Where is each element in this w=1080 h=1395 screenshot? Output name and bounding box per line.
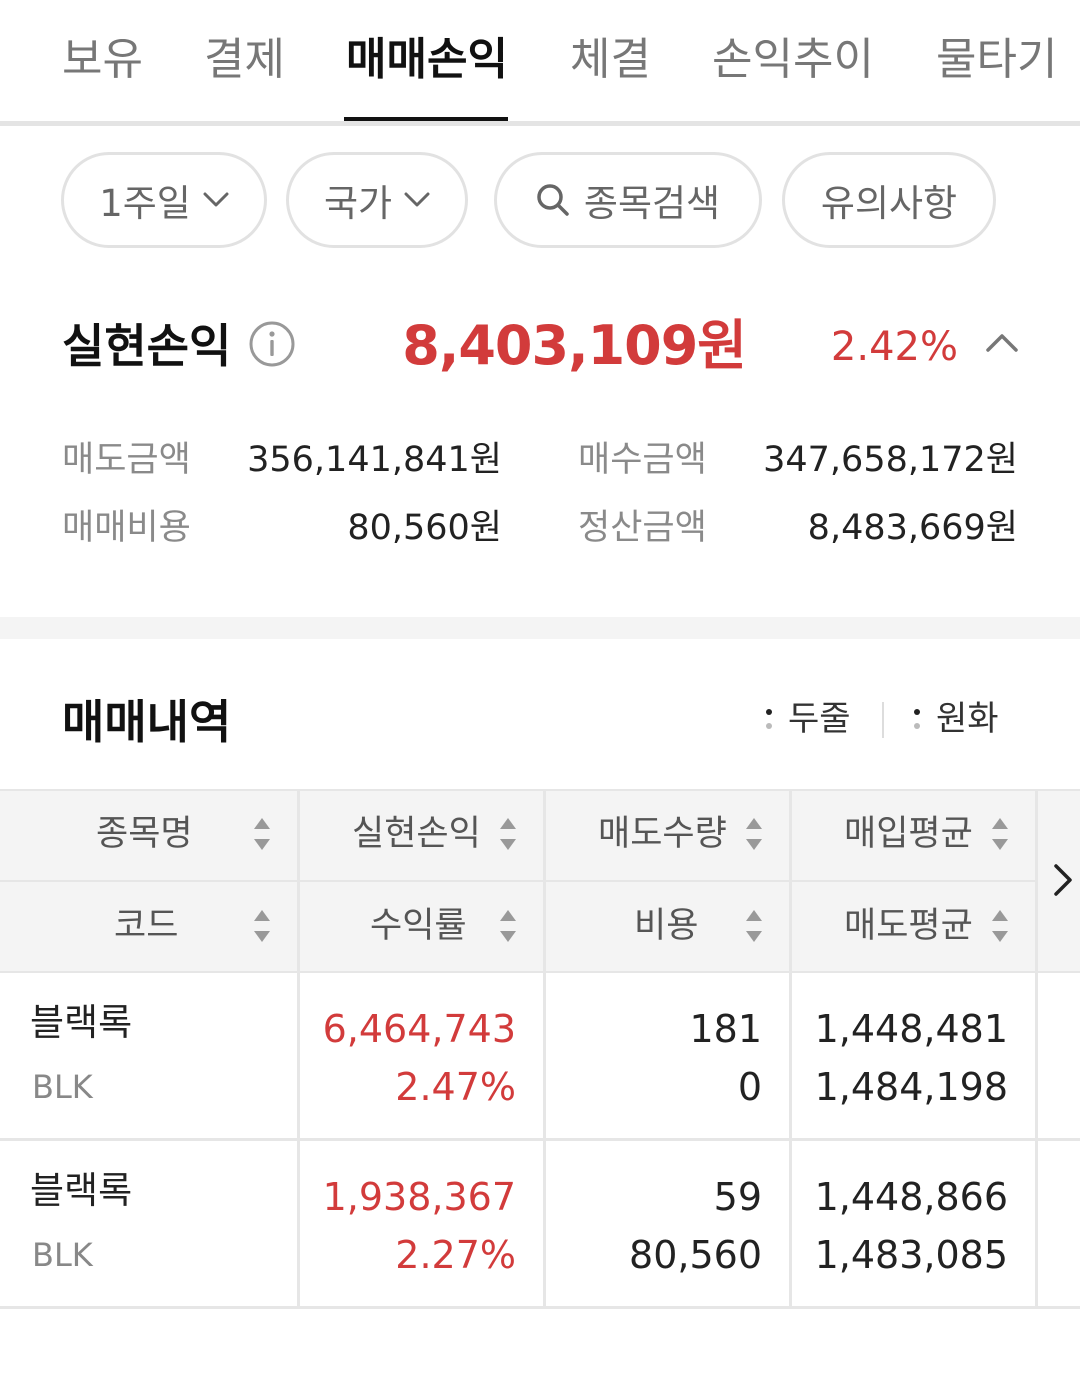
chevron-right-icon[interactable]	[1050, 862, 1076, 898]
column-divider	[297, 789, 300, 1307]
row-realized-pl: 6,464,743	[322, 1007, 516, 1051]
header-code[interactable]: 코드	[114, 904, 178, 948]
sell-amount-value: 356,141,841원	[247, 440, 502, 480]
settlement-amount-value: 8,483,669원	[807, 508, 1018, 548]
row-divider	[0, 1306, 1080, 1309]
option-separator	[882, 702, 884, 738]
radio-dot-icon	[914, 709, 920, 729]
column-divider	[543, 789, 546, 1307]
sort-icon[interactable]	[990, 908, 1010, 944]
radio-dot-icon	[766, 709, 772, 729]
chevron-down-icon	[203, 192, 229, 208]
sort-icon[interactable]	[498, 908, 518, 944]
two-line-option-label: 두줄	[788, 699, 851, 739]
search-icon	[536, 183, 570, 217]
tab-averaging[interactable]: 물타기	[936, 32, 1057, 88]
tab-holdings[interactable]: 보유	[62, 32, 143, 88]
trade-fee-label: 매매비용	[62, 508, 191, 548]
period-filter-label: 1주일	[99, 182, 191, 225]
row-sell-qty: 59	[713, 1175, 762, 1219]
active-tab-indicator	[344, 117, 508, 121]
row-stock-name[interactable]: 블랙록	[30, 1000, 132, 1046]
header-realized-pl[interactable]: 실현손익	[352, 812, 481, 856]
row-stock-name[interactable]: 블랙록	[30, 1168, 132, 1214]
row-stock-code: BLK	[32, 1236, 93, 1274]
tab-settlement[interactable]: 결제	[204, 32, 285, 88]
realized-pl-rate: 2.42%	[830, 324, 958, 370]
info-circle-icon[interactable]	[248, 320, 296, 368]
header-return-rate[interactable]: 수익률	[370, 904, 467, 948]
header-sell-qty[interactable]: 매도수량	[598, 812, 727, 856]
notice-label: 유의사항	[820, 182, 958, 225]
row-sell-avg: 1,483,085	[814, 1233, 1008, 1277]
sort-icon[interactable]	[990, 816, 1010, 852]
chevron-up-icon[interactable]	[984, 328, 1020, 358]
stock-search-button[interactable]: 종목검색	[494, 152, 762, 248]
sell-amount-label: 매도금액	[62, 440, 191, 480]
row-buy-avg: 1,448,866	[814, 1175, 1008, 1219]
row-stock-code: BLK	[32, 1068, 93, 1106]
row-return-rate: 2.47%	[395, 1065, 516, 1109]
tab-pl-trend[interactable]: 손익추이	[712, 32, 874, 88]
realized-pl-value: 8,403,109원	[402, 314, 747, 377]
header-row-separator	[0, 880, 1036, 882]
header-fee[interactable]: 비용	[634, 904, 698, 948]
section-divider	[0, 617, 1080, 639]
header-sell-avg[interactable]: 매도평균	[844, 904, 973, 948]
settlement-amount-label: 정산금액	[578, 508, 707, 548]
row-realized-pl: 1,938,367	[322, 1175, 516, 1219]
sort-icon[interactable]	[498, 816, 518, 852]
realized-pl-label: 실현손익	[62, 319, 232, 373]
period-filter-button[interactable]: 1주일	[61, 152, 267, 248]
row-divider	[0, 1138, 1080, 1141]
trade-history-title: 매매내역	[62, 695, 232, 749]
tab-executions[interactable]: 체결	[570, 32, 651, 88]
country-filter-button[interactable]: 국가	[286, 152, 468, 248]
sort-icon[interactable]	[252, 908, 272, 944]
krw-option-label: 원화	[936, 699, 999, 739]
country-filter-label: 국가	[323, 182, 393, 225]
stock-search-label: 종목검색	[583, 182, 721, 225]
sort-icon[interactable]	[744, 908, 764, 944]
tab-bar: 보유 결제 매매손익 체결 손익추이 물타기	[0, 0, 1080, 126]
row-return-rate: 2.27%	[395, 1233, 516, 1277]
sort-icon[interactable]	[744, 816, 764, 852]
header-buy-avg[interactable]: 매입평균	[844, 812, 973, 856]
column-divider	[789, 789, 792, 1307]
notice-button[interactable]: 유의사항	[782, 152, 996, 248]
header-stock-name[interactable]: 종목명	[96, 812, 193, 856]
two-line-option[interactable]: 두줄	[766, 698, 851, 740]
buy-amount-value: 347,658,172원	[763, 440, 1018, 480]
buy-amount-label: 매수금액	[578, 440, 707, 480]
tab-trade-pl[interactable]: 매매손익	[346, 32, 508, 88]
row-buy-avg: 1,448,481	[814, 1007, 1008, 1051]
krw-option[interactable]: 원화	[914, 698, 999, 740]
row-sell-qty: 181	[689, 1007, 762, 1051]
row-fee: 80,560	[629, 1233, 762, 1277]
trade-fee-value: 80,560원	[347, 508, 502, 548]
chevron-down-icon	[404, 192, 430, 208]
sort-icon[interactable]	[252, 816, 272, 852]
row-sell-avg: 1,484,198	[814, 1065, 1008, 1109]
row-fee: 0	[737, 1065, 762, 1109]
column-divider	[1035, 789, 1038, 1307]
